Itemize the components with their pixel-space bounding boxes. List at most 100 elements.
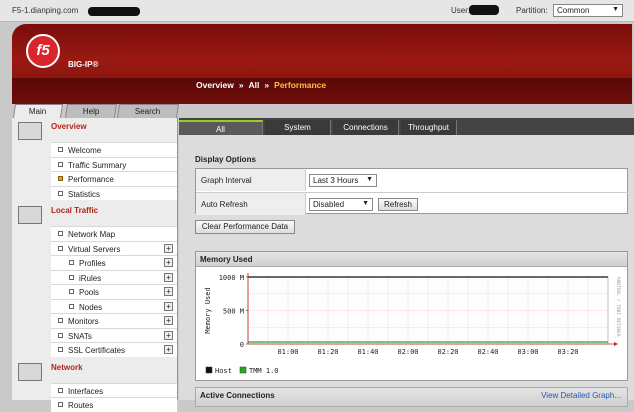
sidebar-section-local-traffic: Local Traffic Network Map Virtual Server…	[12, 202, 177, 357]
active-connections-panel: Active Connections View Detailed Graph..…	[195, 387, 628, 407]
header-banner: f5 BIG-IP® Overview » All » Performance	[12, 24, 632, 104]
section-title: Overview	[51, 122, 87, 131]
sidebar-item-label: Interfaces	[68, 386, 104, 396]
clear-performance-data-button[interactable]: Clear Performance Data	[195, 220, 295, 234]
graph-interval-value: Last 3 Hours	[313, 176, 359, 185]
breadcrumb-performance: Performance	[274, 80, 327, 90]
add-icon[interactable]: +	[164, 272, 173, 282]
tab-system[interactable]: System	[265, 120, 331, 135]
sidebar-item-label: Routes	[68, 401, 94, 410]
bullet-icon	[69, 260, 74, 265]
sidebar-item-performance[interactable]: Performance	[51, 171, 177, 186]
sidebar-item-profiles[interactable]: Profiles +	[51, 255, 177, 270]
add-icon[interactable]: +	[164, 330, 173, 340]
overview-icon	[18, 122, 42, 140]
add-icon[interactable]: +	[164, 258, 173, 267]
bullet-icon	[58, 161, 63, 167]
x-tick-label: 01:20	[317, 348, 338, 356]
sidebar-item-snats[interactable]: SNATs +	[51, 327, 177, 342]
sidebar-item-traffic-summary[interactable]: Traffic Summary	[51, 156, 177, 171]
y-axis-label: Memory Used	[204, 287, 212, 333]
sidebar-item-label: Nodes	[79, 302, 103, 312]
bullet-icon	[58, 190, 63, 196]
main-content: All System Connections Throughput Displa…	[179, 118, 634, 407]
x-tick-label: 03:00	[517, 348, 538, 356]
auto-refresh-select[interactable]: Disabled ▼	[309, 198, 373, 211]
tab-help[interactable]: Help	[65, 104, 117, 118]
breadcrumb-all[interactable]: All	[249, 80, 260, 90]
x-axis-arrow-icon	[614, 342, 618, 346]
bullet-icon	[58, 176, 63, 181]
sidebar-item-ssl-certificates[interactable]: SSL Certificates +	[51, 342, 177, 357]
redacted-scribble	[88, 7, 140, 16]
memory-used-panel: Memory Used 1000 M 500 M 0 01:00 01:20 01:40 0…	[195, 251, 628, 381]
sidebar-section-network: Network Interfaces Routes	[12, 359, 177, 412]
legend-label: Host	[215, 367, 232, 375]
breadcrumb-separator: »	[264, 80, 270, 90]
section-title: Local Traffic	[51, 206, 99, 215]
x-tick-label: 03:20	[557, 348, 578, 356]
sidebar-item-virtual-servers[interactable]: Virtual Servers +	[51, 240, 177, 255]
breadcrumb-overview[interactable]: Overview	[196, 80, 234, 90]
graph-interval-row: Graph Interval Last 3 Hours ▼	[196, 169, 629, 192]
tab-main[interactable]: Main	[13, 104, 63, 118]
sidebar-item-label: Virtual Servers	[68, 244, 121, 254]
tab-connections[interactable]: Connections	[333, 120, 399, 135]
add-icon[interactable]: +	[164, 316, 173, 325]
bullet-icon	[69, 289, 74, 294]
x-tick-label: 02:00	[397, 348, 418, 356]
local-traffic-icon	[18, 206, 42, 224]
x-tick-label: 01:00	[277, 348, 298, 356]
sidebar-item-welcome[interactable]: Welcome	[51, 142, 177, 157]
tab-all[interactable]: All	[179, 120, 263, 135]
auto-refresh-label: Auto Refresh	[196, 193, 306, 215]
graph-interval-label: Graph Interval	[196, 169, 306, 191]
sidebar-item-irules[interactable]: iRules +	[51, 269, 177, 284]
host-name: F5-1.dianping.com	[12, 6, 79, 15]
bullet-icon	[58, 231, 63, 236]
tab-search[interactable]: Search	[117, 104, 179, 118]
sidebar-item-statistics[interactable]: Statistics	[51, 185, 177, 200]
refresh-button[interactable]: Refresh	[378, 198, 418, 211]
partition-select[interactable]: Common ▼	[553, 4, 623, 17]
sidebar-item-label: Welcome	[68, 146, 102, 155]
breadcrumb-separator: »	[238, 80, 244, 90]
user-label: User:	[451, 6, 471, 15]
sidebar-item-monitors[interactable]: Monitors +	[51, 313, 177, 328]
sidebar-item-routes[interactable]: Routes	[51, 397, 177, 412]
product-name: BIG-IP®	[68, 60, 99, 69]
tab-throughput[interactable]: Throughput	[401, 120, 457, 135]
sidebar: Overview Welcome Traffic Summary Perform…	[12, 118, 178, 412]
add-icon[interactable]: +	[164, 345, 173, 354]
add-icon[interactable]: +	[164, 243, 173, 253]
graph-interval-select[interactable]: Last 3 Hours ▼	[309, 174, 377, 187]
sidebar-item-label: Profiles	[79, 259, 106, 268]
add-icon[interactable]: +	[164, 301, 173, 311]
bullet-icon	[58, 387, 63, 393]
active-connections-title: Active Connections	[200, 391, 275, 400]
legend-label: TMM 1.0	[249, 367, 279, 375]
bullet-icon	[69, 303, 74, 309]
sidebar-item-nodes[interactable]: Nodes +	[51, 298, 177, 313]
bullet-icon	[58, 318, 63, 323]
memory-chart: 1000 M 500 M 0 01:00 01:20 01:40 02:00 02:20 02:…	[204, 273, 621, 375]
sidebar-item-network-map[interactable]: Network Map	[51, 226, 177, 241]
bullet-icon	[58, 147, 63, 152]
partition-value: Common	[557, 6, 590, 15]
bullet-icon	[58, 332, 63, 338]
sidebar-item-label: SNATs	[68, 331, 92, 341]
y-tick-label: 500 M	[223, 308, 244, 316]
sidebar-item-pools[interactable]: Pools +	[51, 284, 177, 299]
network-icon	[18, 362, 42, 381]
x-tick-label: 01:40	[357, 348, 378, 356]
sidebar-item-label: Traffic Summary	[68, 160, 127, 170]
sidebar-item-interfaces[interactable]: Interfaces	[51, 382, 177, 397]
partition-label: Partition:	[516, 6, 548, 15]
view-detailed-graph-link[interactable]: View Detailed Graph...	[541, 391, 621, 400]
add-icon[interactable]: +	[164, 287, 173, 296]
legend-swatch	[205, 366, 213, 374]
sidebar-section-overview: Overview Welcome Traffic Summary Perform…	[12, 118, 177, 200]
bullet-icon	[58, 347, 63, 352]
auto-refresh-value: Disabled	[313, 200, 345, 209]
display-options-title: Display Options	[195, 155, 256, 164]
